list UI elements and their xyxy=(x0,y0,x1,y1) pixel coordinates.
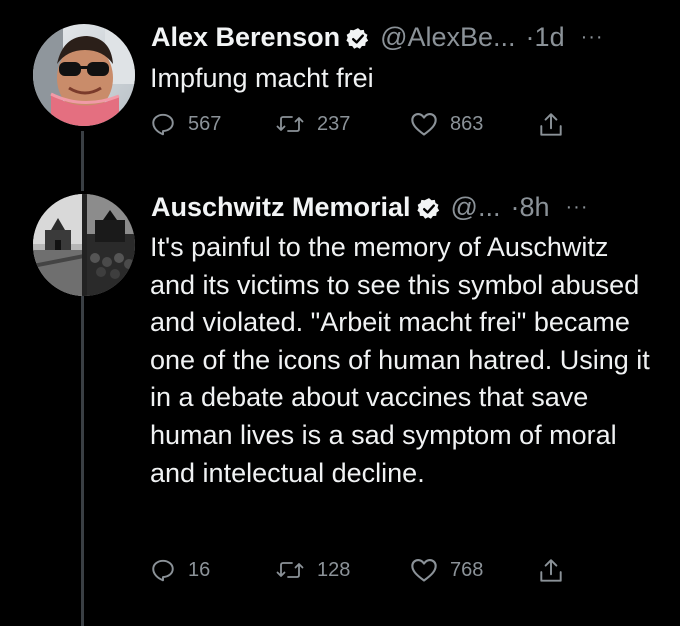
retweet-icon xyxy=(275,111,305,137)
share-button[interactable] xyxy=(538,557,564,585)
thread-connector-line xyxy=(81,131,84,191)
tweet-header: Auschwitz Memorial @... · 8h ··· xyxy=(151,190,589,224)
verified-badge-icon xyxy=(416,195,441,219)
tweet-header: Alex Berenson @AlexBe... · 1d ··· xyxy=(151,20,604,54)
reply-button[interactable]: 16 xyxy=(150,557,210,583)
thread-connector-line xyxy=(81,296,84,626)
retweet-icon xyxy=(275,557,305,583)
more-icon[interactable]: ··· xyxy=(581,20,604,54)
reply-icon xyxy=(150,557,176,583)
retweet-button[interactable]: 128 xyxy=(275,557,350,583)
like-icon xyxy=(410,557,438,583)
author-name[interactable]: Auschwitz Memorial xyxy=(151,190,411,224)
reply-count: 567 xyxy=(188,112,222,135)
like-count: 768 xyxy=(450,558,484,581)
reply-icon xyxy=(150,111,176,137)
tweet-timestamp[interactable]: 8h xyxy=(519,190,549,224)
reply-button[interactable]: 567 xyxy=(150,111,221,137)
author-handle[interactable]: @AlexBe... xyxy=(380,20,515,54)
verified-badge-icon xyxy=(346,25,370,49)
separator-dot: · xyxy=(525,22,535,52)
share-icon xyxy=(538,557,564,585)
separator-dot: · xyxy=(510,192,520,222)
retweet-button[interactable]: 237 xyxy=(275,111,350,137)
tweet-actions: 16 128 768 xyxy=(150,557,650,591)
author-handle[interactable]: @... xyxy=(451,190,501,224)
share-icon xyxy=(538,111,564,139)
retweet-count: 128 xyxy=(317,558,351,581)
tweet-text: It's painful to the memory of Auschwitz … xyxy=(150,232,650,488)
avatar[interactable] xyxy=(33,194,135,296)
retweet-count: 237 xyxy=(317,112,351,135)
reply-count: 16 xyxy=(188,558,211,581)
share-button[interactable] xyxy=(538,111,564,139)
avatar[interactable] xyxy=(33,24,135,126)
tweet-actions: 567 237 863 xyxy=(150,111,650,145)
tweet-timestamp[interactable]: 1d xyxy=(535,20,565,54)
like-count: 863 xyxy=(450,112,484,135)
like-button[interactable]: 863 xyxy=(410,111,483,137)
author-name[interactable]: Alex Berenson xyxy=(151,20,340,54)
tweet-text: Impfung macht frei xyxy=(150,63,374,93)
like-button[interactable]: 768 xyxy=(410,557,483,583)
more-icon[interactable]: ··· xyxy=(566,190,589,224)
like-icon xyxy=(410,111,438,137)
